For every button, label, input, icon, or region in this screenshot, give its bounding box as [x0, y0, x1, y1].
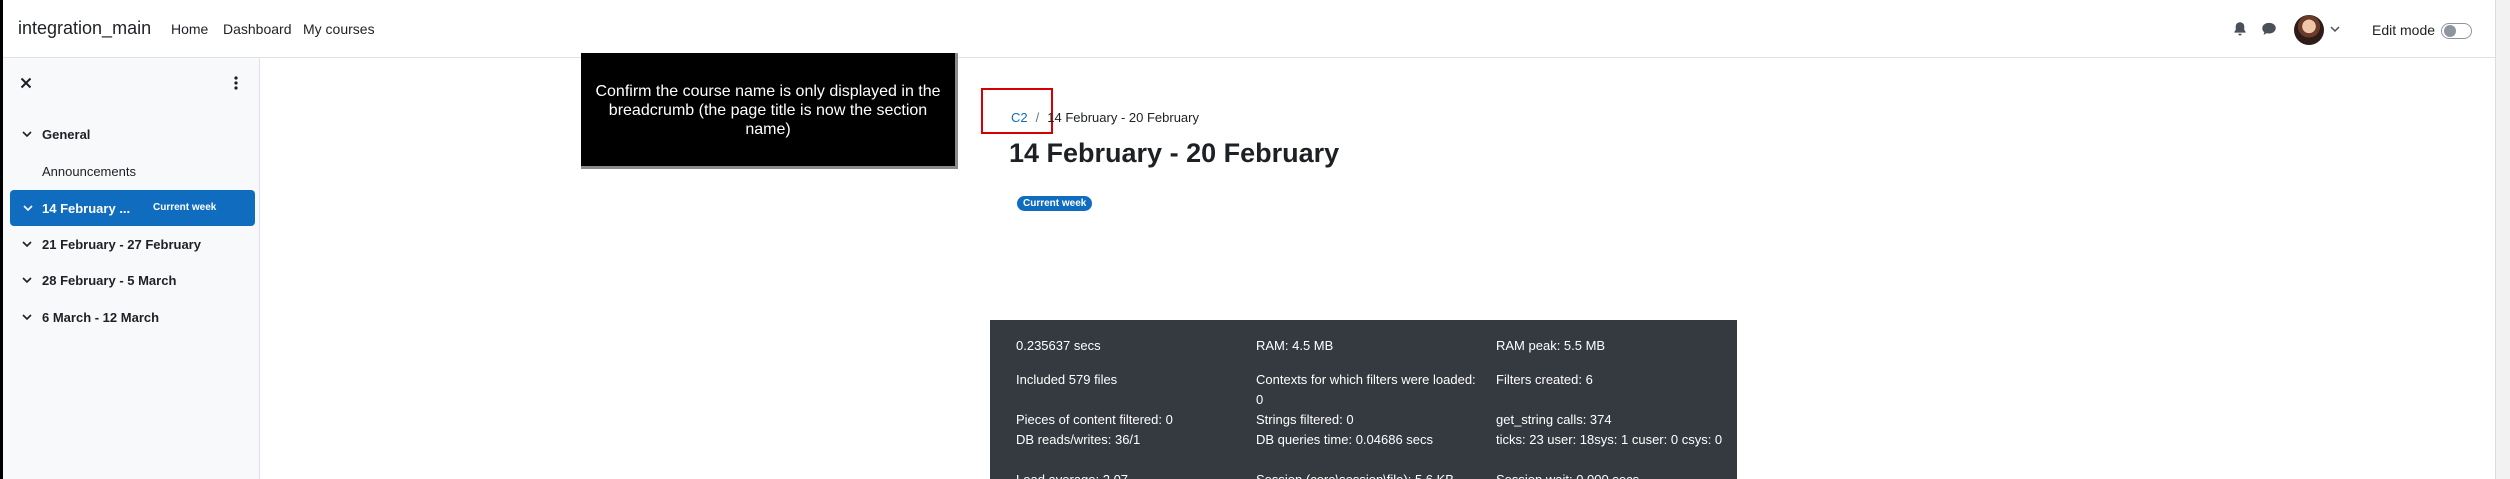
- current-week-badge: Current week: [1017, 196, 1093, 211]
- toggle-knob: [2444, 25, 2456, 37]
- chat-icon[interactable]: [2260, 20, 2278, 38]
- perf-item: DB reads/writes: 36/1: [1016, 432, 1141, 447]
- nav-dashboard-link[interactable]: Dashboard: [223, 21, 292, 37]
- course-index-section-6-mar[interactable]: 6 March - 12 March: [42, 310, 159, 325]
- perf-item: 0.235637 secs: [1016, 338, 1101, 353]
- page-title: 14 February - 20 February: [1009, 138, 1340, 168]
- chevron-down-icon[interactable]: [21, 128, 33, 140]
- user-avatar[interactable]: [2294, 15, 2324, 45]
- chevron-down-icon[interactable]: [21, 311, 33, 323]
- breadcrumb: C2 / 14 February - 20 February: [1011, 110, 1199, 125]
- breadcrumb-separator: /: [1035, 110, 1040, 125]
- course-index-section-current[interactable]: 14 February ... Current week: [10, 190, 255, 226]
- perf-item: RAM peak: 5.5 MB: [1496, 338, 1606, 353]
- breadcrumb-course-link[interactable]: C2: [1011, 110, 1028, 125]
- chevron-down-icon[interactable]: [21, 274, 33, 286]
- perf-item: Strings filtered: 0: [1256, 412, 1354, 427]
- course-index-item-announcements[interactable]: Announcements: [42, 164, 136, 179]
- kebab-menu-icon[interactable]: [229, 74, 243, 92]
- chevron-down-icon[interactable]: [2330, 25, 2340, 33]
- course-index-section-28-feb[interactable]: 28 February - 5 March: [42, 273, 176, 288]
- chevron-down-icon[interactable]: [22, 202, 34, 214]
- chevron-down-icon[interactable]: [21, 238, 33, 250]
- perf-item: Contexts for which filters were loaded: …: [1256, 372, 1476, 407]
- perf-item: Pieces of content filtered: 0: [1016, 412, 1173, 427]
- perf-item: RAM: 4.5 MB: [1256, 338, 1334, 353]
- page-scrollbar[interactable]: [2495, 0, 2510, 479]
- perf-item: DB queries time: 0.04686 secs: [1256, 432, 1434, 447]
- performance-info: 0.235637 secs RAM: 4.5 MB RAM peak: 5.5 …: [990, 320, 1737, 479]
- breadcrumb-current: 14 February - 20 February: [1047, 110, 1199, 125]
- close-icon[interactable]: [18, 75, 34, 91]
- site-name[interactable]: integration_main: [18, 18, 151, 39]
- perf-item: Included 579 files: [1016, 372, 1118, 387]
- section-label: 14 February ...: [42, 201, 131, 216]
- tour-tooltip: Confirm the course name is only displaye…: [581, 53, 958, 169]
- perf-item: get_string calls: 374: [1496, 412, 1612, 427]
- edit-mode-label: Edit mode: [2372, 22, 2436, 38]
- edit-mode-toggle[interactable]: [2441, 23, 2472, 39]
- bell-icon[interactable]: [2231, 20, 2249, 38]
- perf-item: Session wait: 0.000 secs: [1496, 470, 1726, 479]
- perf-item: Load average: 2.07: [1016, 470, 1246, 479]
- course-index-section-general[interactable]: General: [42, 127, 90, 142]
- course-index-section-21-feb[interactable]: 21 February - 27 February: [42, 237, 201, 252]
- perf-item: Session (core\session\file): 5.6 KB: [1256, 470, 1486, 479]
- perf-item: Filters created: 6: [1496, 372, 1593, 387]
- top-navbar: integration_main Home Dashboard My cours…: [3, 0, 2495, 58]
- nav-my-courses-link[interactable]: My courses: [303, 21, 375, 37]
- course-index-drawer: [3, 58, 260, 479]
- nav-home-link[interactable]: Home: [171, 21, 208, 37]
- current-week-badge: Current week: [153, 202, 217, 213]
- perf-item: ticks: 23 user: 18sys: 1 cuser: 0 csys: …: [1496, 432, 1723, 447]
